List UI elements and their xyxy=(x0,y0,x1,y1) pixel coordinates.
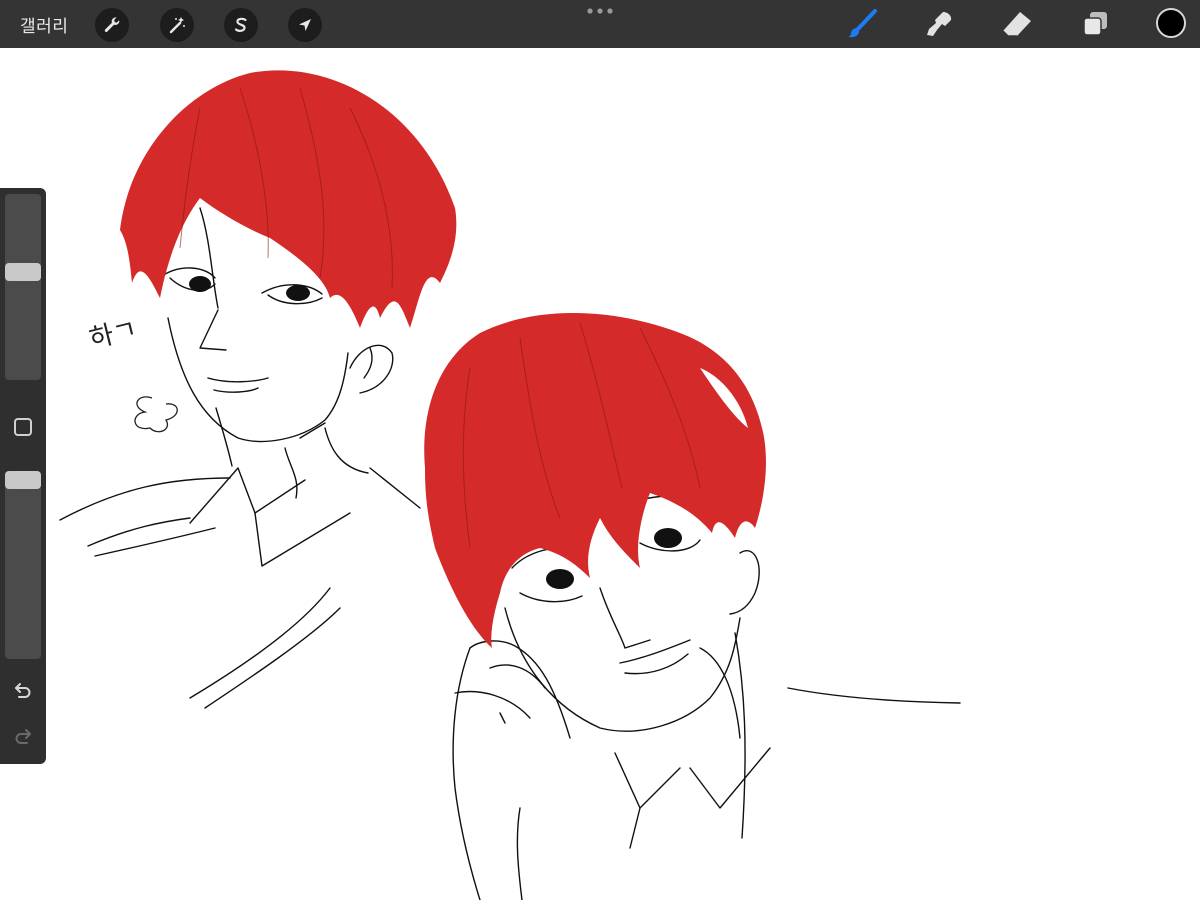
drawing-canvas[interactable]: 하ㄱ xyxy=(0,48,1200,900)
actions-button[interactable] xyxy=(95,8,129,42)
undo-icon xyxy=(15,683,31,698)
undo-button[interactable] xyxy=(11,678,35,702)
brush-tool-button[interactable] xyxy=(845,9,879,39)
wrench-icon xyxy=(104,17,120,33)
brush-opacity-thumb[interactable] xyxy=(5,471,41,489)
color-picker-button[interactable] xyxy=(1156,8,1186,38)
redo-button[interactable] xyxy=(11,724,35,748)
brush-sidebar xyxy=(0,188,46,764)
smudge-icon xyxy=(927,12,952,36)
gallery-button[interactable]: 갤러리 xyxy=(20,12,68,37)
selection-s-icon xyxy=(234,17,247,32)
top-toolbar: 갤러리 xyxy=(0,0,1200,48)
handwritten-note: 하ㄱ xyxy=(86,314,140,355)
left-eye-iris xyxy=(189,276,211,292)
left-eye-iris xyxy=(286,285,310,301)
brush-opacity-slider[interactable] xyxy=(5,471,41,659)
brush-size-slider[interactable] xyxy=(5,194,41,380)
more-dots-icon[interactable] xyxy=(586,6,614,16)
selection-button[interactable] xyxy=(224,8,258,42)
brush-size-thumb[interactable] xyxy=(5,263,41,281)
layers-icon xyxy=(1083,12,1107,36)
puff-doodle xyxy=(134,396,178,433)
right-eye-iris xyxy=(654,528,682,548)
eraser-tool-button[interactable] xyxy=(1000,9,1034,39)
layers-tool-button[interactable] xyxy=(1078,9,1112,39)
adjustments-button[interactable] xyxy=(160,8,194,42)
square-modifier-icon[interactable] xyxy=(14,418,32,436)
arrow-cursor-icon xyxy=(299,19,311,31)
brush-icon xyxy=(848,9,877,38)
right-hair xyxy=(424,313,766,648)
transform-button[interactable] xyxy=(288,8,322,42)
eraser-icon xyxy=(1002,12,1031,37)
redo-icon xyxy=(15,729,31,744)
character-right xyxy=(452,495,961,900)
smudge-tool-button[interactable] xyxy=(922,9,956,39)
right-eye-iris xyxy=(546,569,574,589)
magic-wand-icon xyxy=(169,17,185,34)
